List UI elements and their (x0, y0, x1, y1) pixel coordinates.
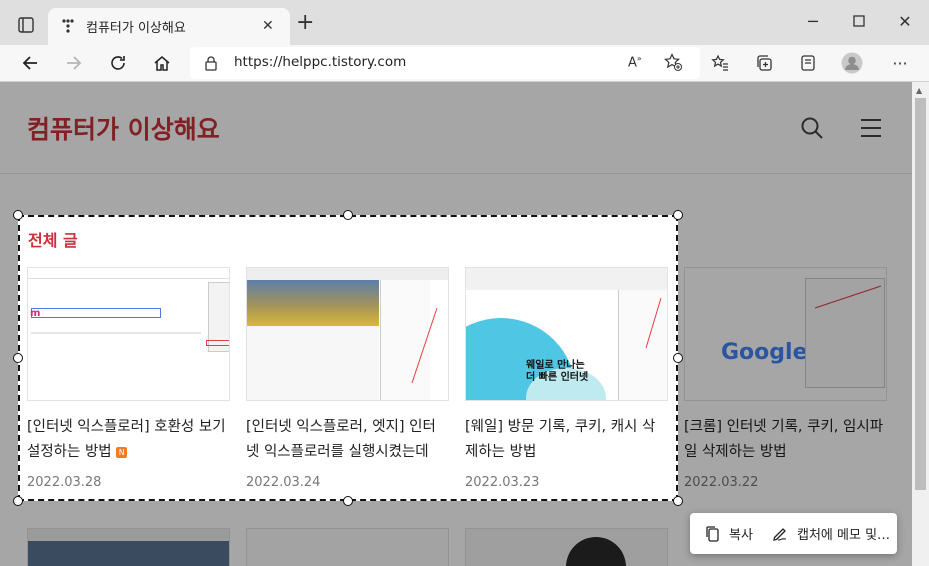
back-icon[interactable] (18, 51, 42, 75)
annotate-label: 캡처에 메모 및… (797, 528, 891, 543)
resize-handle[interactable] (343, 496, 353, 506)
window-close-icon[interactable]: ✕ (895, 12, 915, 31)
scrollbar-thumb[interactable] (915, 98, 926, 490)
scroll-up-icon[interactable]: ▲ (916, 86, 922, 95)
add-favorite-icon[interactable] (664, 53, 682, 75)
address-bar[interactable]: https://helppc.tistory.com A» (190, 47, 700, 79)
resize-handle[interactable] (13, 496, 23, 506)
tab-title: 컴퓨터가 이상해요 (86, 21, 186, 36)
more-menu-icon[interactable]: ··· (888, 51, 912, 75)
tab-bar: 컴퓨터가 이상해요 ✕ + ─ ✕ (0, 0, 929, 45)
hamburger-menu-icon[interactable] (860, 118, 882, 142)
minimize-icon[interactable]: ─ (803, 12, 823, 31)
resize-handle[interactable] (343, 210, 353, 220)
browser-toolbar: https://helppc.tistory.com A» ··· (0, 45, 929, 82)
url-text: https://helppc.tistory.com (234, 54, 407, 70)
tab-close-icon[interactable]: ✕ (262, 18, 274, 34)
new-tab-icon[interactable]: + (296, 12, 314, 34)
copy-icon (706, 525, 719, 542)
post-date: 2022.03.22 (684, 475, 759, 490)
post-card[interactable] (246, 528, 449, 566)
tab-actions-icon[interactable] (12, 11, 40, 39)
post-thumbnail: Google (684, 267, 887, 401)
resize-handle[interactable] (13, 210, 23, 220)
resize-handle[interactable] (673, 353, 683, 363)
post-card[interactable] (27, 528, 230, 566)
annotate-capture-button[interactable]: 캡처에 메모 및… (772, 524, 890, 543)
forward-icon[interactable] (62, 51, 86, 75)
pen-icon (773, 527, 787, 541)
tab-active[interactable]: 컴퓨터가 이상해요 ✕ (48, 8, 290, 45)
post-card[interactable] (465, 528, 668, 566)
maximize-icon[interactable] (849, 12, 869, 31)
header-divider (0, 173, 912, 174)
profile-avatar-icon[interactable] (840, 51, 864, 75)
thumbnail-text: 웨일로 만나는 더 빠른 인터넷 (526, 360, 589, 383)
resize-handle[interactable] (13, 353, 23, 363)
web-capture-icon[interactable] (796, 51, 820, 75)
copy-label: 복사 (729, 528, 753, 543)
capture-selection-box[interactable] (18, 215, 678, 501)
resize-handle[interactable] (673, 210, 683, 220)
search-icon[interactable] (800, 116, 824, 144)
favorites-icon[interactable] (708, 51, 732, 75)
read-aloud-icon[interactable]: A» (628, 54, 642, 70)
collections-icon[interactable] (752, 51, 776, 75)
capture-action-popup: 복사 캡처에 메모 및… (690, 513, 897, 554)
lock-icon (204, 55, 218, 75)
site-title[interactable]: 컴퓨터가 이상해요 (27, 110, 220, 146)
resize-handle[interactable] (673, 496, 683, 506)
refresh-icon[interactable] (106, 51, 130, 75)
home-icon[interactable] (150, 51, 174, 75)
vertical-scrollbar[interactable]: ▲ (912, 82, 929, 566)
post-card[interactable]: Google [크롬] 인터넷 기록, 쿠키, 임시파일 삭제하는 방법 202… (684, 267, 887, 490)
post-title[interactable]: [크롬] 인터넷 기록, 쿠키, 임시파일 삭제하는 방법 (684, 415, 887, 465)
copy-button[interactable]: 복사 (706, 524, 753, 543)
site-favicon-icon (60, 18, 76, 34)
